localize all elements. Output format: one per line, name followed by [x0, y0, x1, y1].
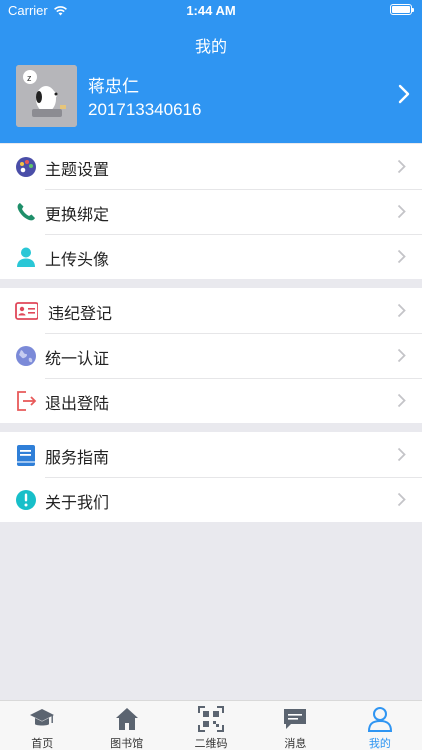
status-bar: Carrier 1:44 AM [0, 0, 422, 22]
menu-item-label: 更换绑定 [45, 205, 110, 224]
menu-item-about-us[interactable]: 关于我们 [0, 477, 422, 522]
chevron-right-icon [398, 84, 410, 104]
chevron-right-icon [397, 204, 406, 219]
user-id: 201713340616 [88, 100, 202, 119]
tab-label: 图书馆 [110, 737, 144, 750]
avatar: z [16, 65, 77, 127]
tab-mine[interactable]: 我的 [338, 701, 422, 750]
tab-home[interactable]: 首页 [0, 701, 84, 750]
graduation-cap-icon [30, 709, 55, 726]
settings-group-1: 主题设置 更换绑定 上传头像 [0, 144, 422, 279]
house-icon [115, 708, 138, 730]
menu-item-label: 退出登陆 [45, 394, 110, 413]
clock: 1:44 AM [186, 3, 236, 18]
tab-messages[interactable]: 消息 [253, 701, 337, 750]
svg-text:z: z [27, 73, 32, 83]
avatar-image: z [16, 65, 77, 127]
menu-item-discipline[interactable]: 违纪登记 [0, 288, 422, 333]
info-icon [16, 490, 36, 510]
tab-label: 二维码 [194, 737, 228, 750]
menu-item-service-guide[interactable]: 服务指南 [0, 432, 422, 477]
menu-item-logout[interactable]: 退出登陆 [0, 378, 422, 423]
menu-item-label: 统一认证 [45, 349, 110, 368]
tab-library[interactable]: 图书馆 [84, 701, 168, 750]
phone-icon [17, 203, 35, 221]
palette-icon [16, 157, 36, 177]
globe-icon [16, 346, 36, 366]
chat-bubble-icon [284, 709, 307, 729]
chevron-right-icon [397, 492, 406, 507]
settings-group-2: 违纪登记 统一认证 退出登陆 [0, 288, 422, 423]
tab-label: 我的 [368, 737, 391, 750]
tab-qr-code[interactable]: 二维码 [169, 701, 253, 750]
id-card-icon [15, 302, 38, 320]
battery-icon [390, 4, 414, 15]
chevron-right-icon [397, 348, 406, 363]
qr-code-icon [198, 706, 225, 732]
menu-item-theme[interactable]: 主题设置 [0, 144, 422, 189]
page-title: 我的 [194, 37, 227, 56]
tab-label: 首页 [31, 737, 54, 750]
logout-icon [17, 391, 37, 411]
menu-item-upload-avatar[interactable]: 上传头像 [0, 234, 422, 279]
menu-item-label: 主题设置 [45, 160, 110, 179]
header: Carrier 1:44 AM 我的 z 蒋忠仁 201713340616 [0, 0, 422, 143]
book-icon [17, 445, 35, 466]
chevron-right-icon [397, 249, 406, 264]
profile-card[interactable]: z 蒋忠仁 201713340616 [0, 60, 422, 140]
chevron-right-icon [397, 447, 406, 462]
tab-label: 消息 [284, 737, 307, 750]
menu-item-label: 关于我们 [45, 493, 110, 512]
chevron-right-icon [397, 303, 406, 318]
menu-item-change-binding[interactable]: 更换绑定 [0, 189, 422, 234]
tab-bar: 首页 图书馆 二维码 消息 我的 [0, 700, 422, 750]
settings-group-3: 服务指南 关于我们 [0, 432, 422, 522]
menu-item-label: 服务指南 [45, 448, 110, 467]
menu-item-label: 上传头像 [45, 250, 110, 269]
user-icon [367, 707, 392, 732]
chevron-right-icon [397, 159, 406, 174]
menu-item-unified-auth[interactable]: 统一认证 [0, 333, 422, 378]
user-name: 蒋忠仁 [88, 77, 139, 97]
menu-item-label: 违纪登记 [48, 304, 113, 323]
person-icon [17, 247, 35, 267]
chevron-right-icon [397, 393, 406, 408]
